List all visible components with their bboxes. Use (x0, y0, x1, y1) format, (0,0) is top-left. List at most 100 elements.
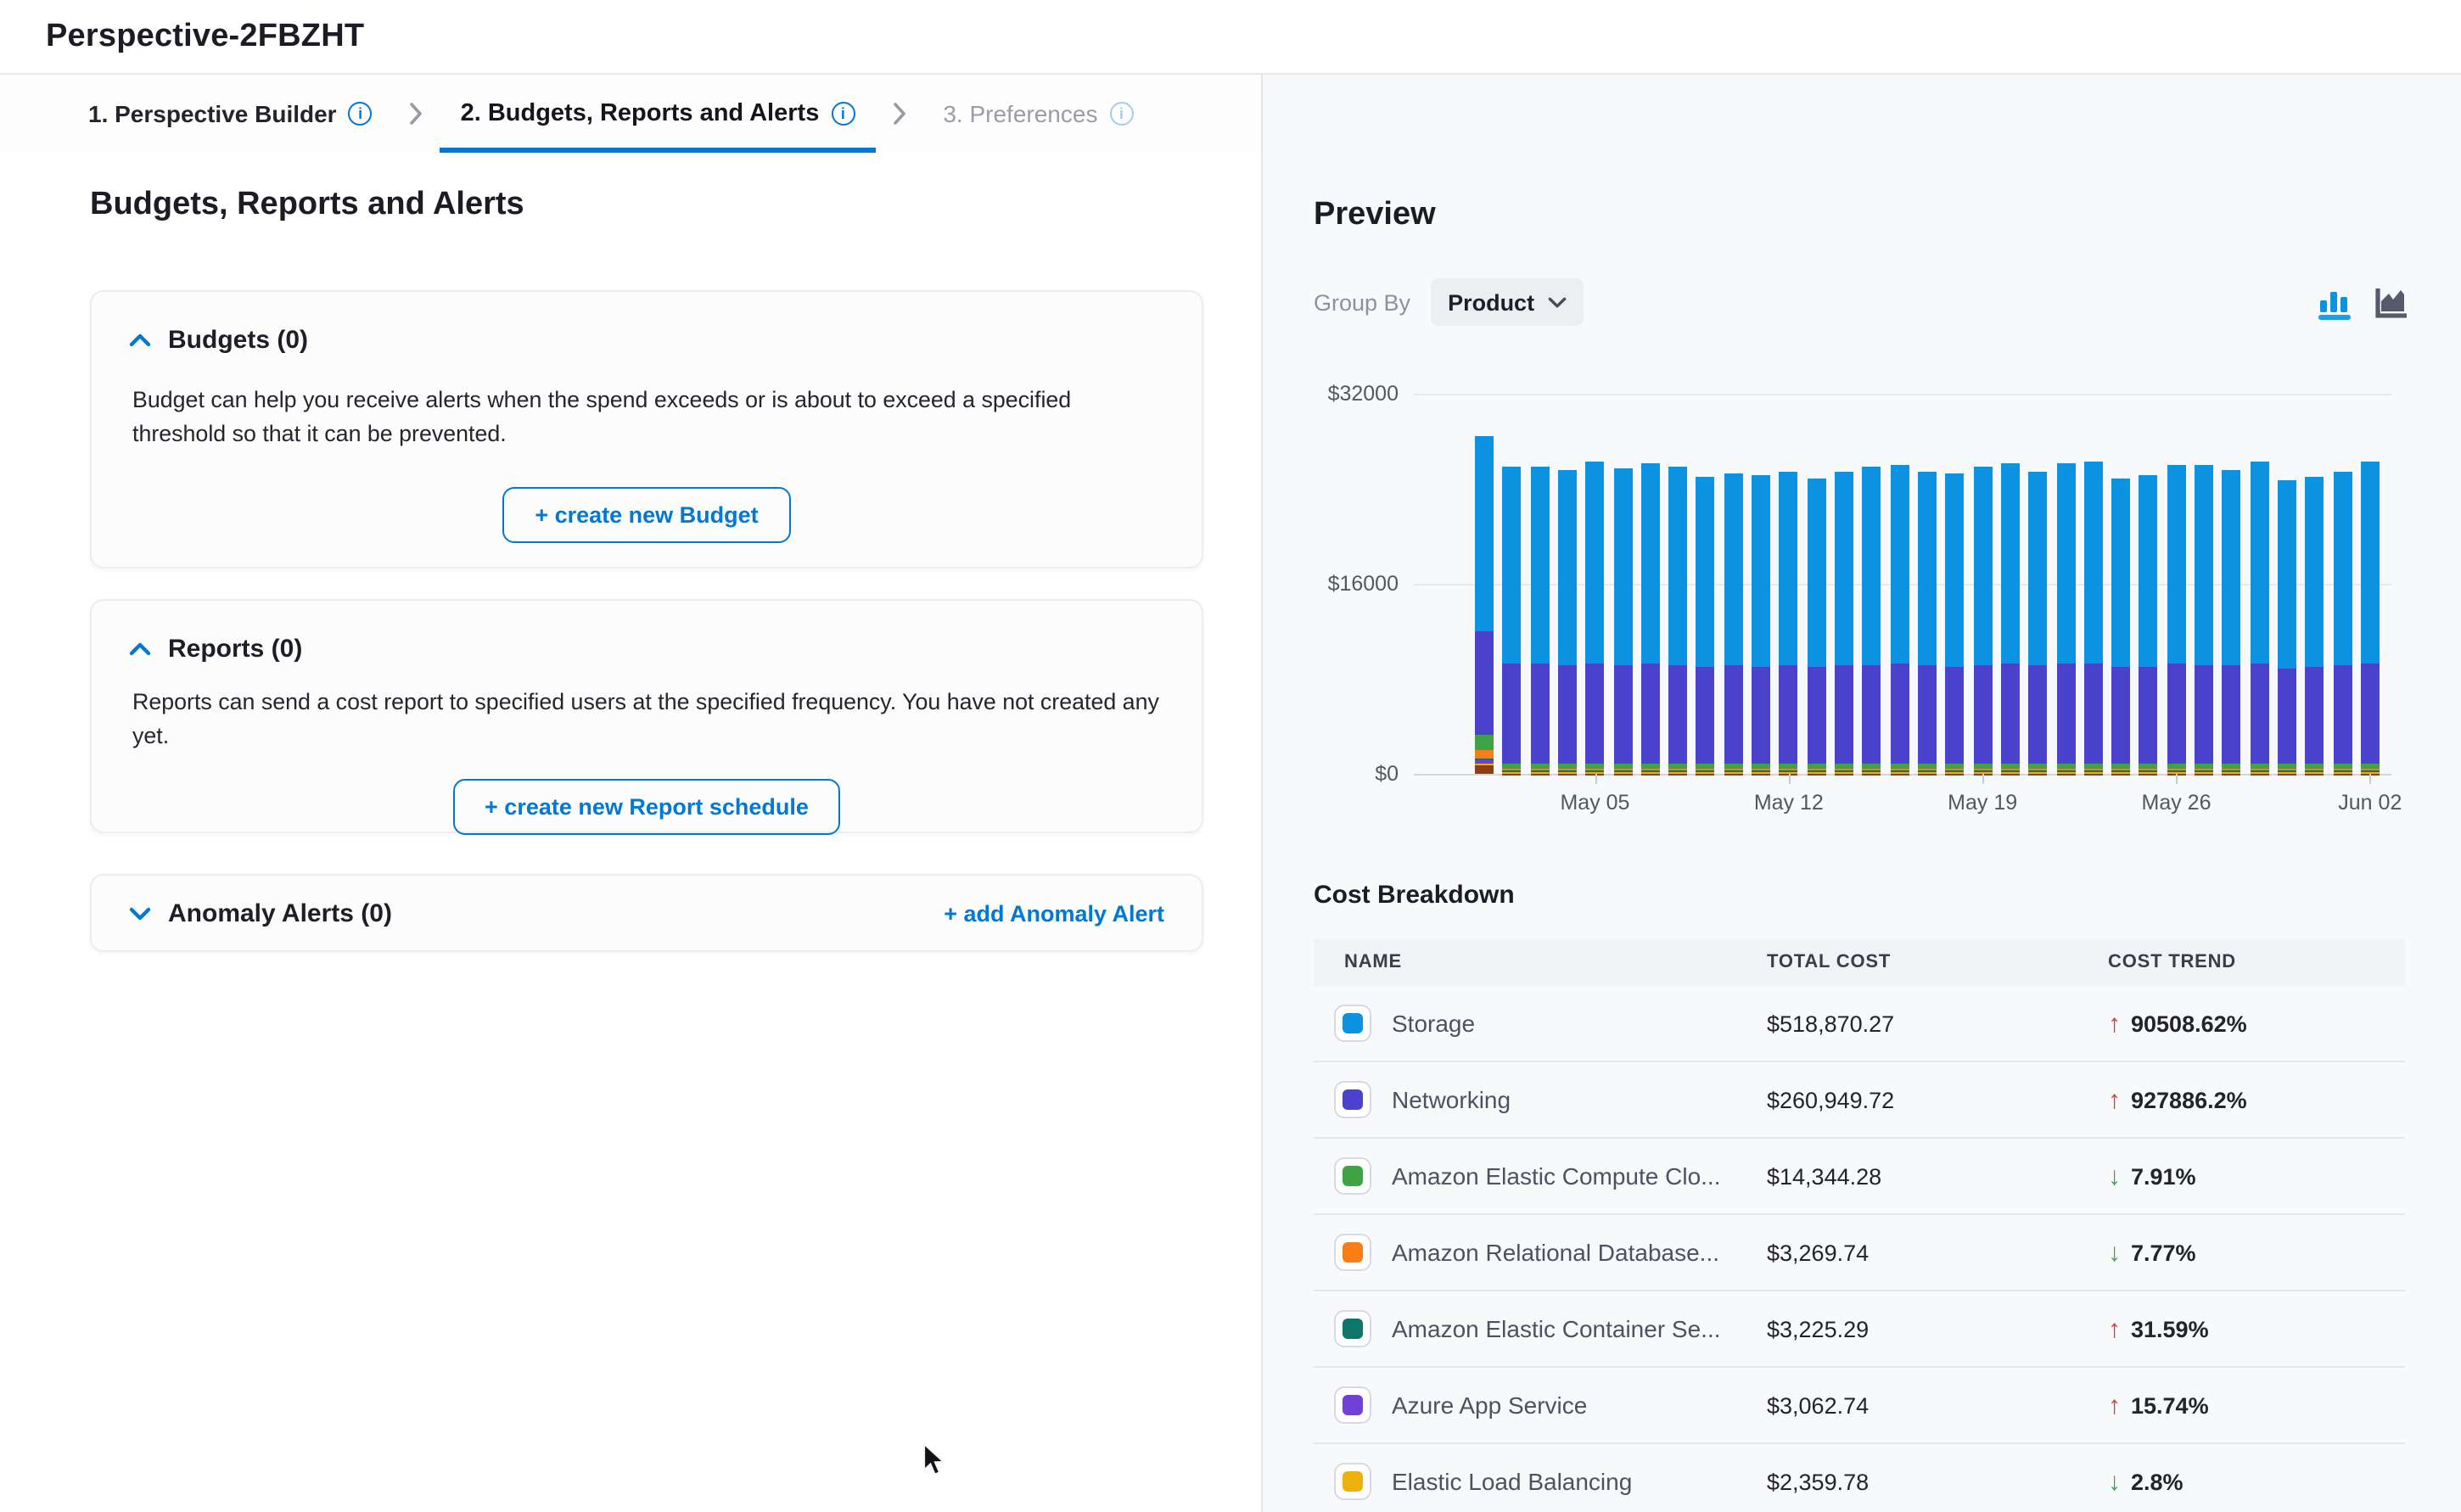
stacked-bar[interactable] (1696, 394, 1715, 774)
row-name[interactable]: Elastic Load Balancing (1392, 1468, 1632, 1495)
chevron-down-icon[interactable] (129, 905, 151, 921)
row-name[interactable]: Amazon Elastic Compute Clo... (1392, 1162, 1721, 1190)
stacked-bar[interactable] (2084, 394, 2103, 774)
bar-segment-amazon-relational-database (2195, 769, 2213, 770)
bar-segment-others (2250, 773, 2268, 774)
add-anomaly-alert-link[interactable]: + add Anomaly Alert (944, 900, 1164, 926)
bar-segment-amazon-relational-database (2223, 769, 2241, 770)
stacked-bar[interactable] (2223, 394, 2241, 774)
stacked-bar[interactable] (2028, 394, 2047, 774)
table-row[interactable]: Amazon Elastic Container Se...$3,225.29↑… (1314, 1291, 2405, 1368)
stacked-bar[interactable] (2111, 394, 2130, 774)
bar-segment-elastic-load-balancing (1918, 772, 1937, 773)
bar-segment-others (1641, 773, 1660, 774)
stacked-bar[interactable] (1585, 394, 1604, 774)
stacked-bar[interactable] (2167, 394, 2186, 774)
table-row[interactable]: Networking$260,949.72↑927886.2% (1314, 1062, 2405, 1139)
bar-segment-networking (1530, 664, 1549, 763)
chevron-up-icon[interactable] (129, 641, 151, 657)
bar-segment-elastic-load-balancing (2223, 772, 2241, 773)
bar-segment-networking (2001, 664, 2020, 764)
bar-segment-others (2028, 773, 2047, 774)
table-row[interactable]: Azure App Service$3,062.74↑15.74% (1314, 1368, 2405, 1444)
bar-segment-networking (1890, 664, 1909, 764)
stacked-bar[interactable] (2139, 394, 2158, 774)
stacked-bar[interactable] (1807, 394, 1825, 774)
anomaly-card-header[interactable]: Anomaly Alerts (0) (129, 899, 392, 927)
bar-segment-networking (1863, 664, 1881, 763)
stacked-bar[interactable] (1724, 394, 1743, 774)
budgets-card: Budgets (0) Budget can help you receive … (90, 290, 1203, 568)
bar-segment-elastic-load-balancing (2139, 772, 2158, 773)
stacked-bar[interactable] (1752, 394, 1770, 774)
stacked-bar[interactable] (2333, 394, 2352, 774)
create-budget-button[interactable]: + create new Budget (502, 487, 790, 543)
bar-segment-networking (1475, 632, 1494, 736)
info-icon[interactable]: i (349, 102, 373, 126)
stacked-bar[interactable] (2001, 394, 2020, 774)
bar-segment-others (1752, 773, 1770, 774)
row-name[interactable]: Storage (1392, 1010, 1475, 1037)
stacked-bar[interactable] (1780, 394, 1798, 774)
stacked-bar[interactable] (1835, 394, 1853, 774)
table-row[interactable]: Storage$518,870.27↑90508.62% (1314, 986, 2405, 1062)
tab-preferences[interactable]: 3. Preferences i (922, 75, 1153, 153)
series-color-swatch (1343, 1395, 1363, 1415)
table-row[interactable]: Elastic Load Balancing$2,359.78↓2.8% (1314, 1444, 2405, 1512)
stacked-bar[interactable] (1641, 394, 1660, 774)
stacked-bar[interactable] (2250, 394, 2268, 774)
bar-segment-elastic-load-balancing (1613, 772, 1632, 773)
stacked-bar[interactable] (1863, 394, 1881, 774)
bar-segment-amazon-relational-database (1613, 769, 1632, 770)
bar-segment-amazon-relational-database (1641, 769, 1660, 770)
budgets-card-header[interactable]: Budgets (0) (92, 292, 1202, 355)
reports-card-header[interactable]: Reports (0) (92, 601, 1202, 664)
stacked-bar[interactable] (1890, 394, 1909, 774)
bar-segment-storage (1752, 476, 1770, 667)
area-chart-icon[interactable] (2373, 284, 2408, 320)
row-name[interactable]: Amazon Relational Database... (1392, 1239, 1719, 1266)
stacked-bar[interactable] (1946, 394, 1965, 774)
bar-segment-storage (2139, 476, 2158, 667)
tab-budgets-reports-alerts[interactable]: 2. Budgets, Reports and Alerts i (440, 75, 876, 153)
stacked-bar[interactable] (1613, 394, 1632, 774)
bar-segment-amazon-relational-database (1835, 769, 1853, 770)
bar-chart-icon[interactable] (2317, 284, 2352, 320)
stacked-bar[interactable] (1530, 394, 1549, 774)
group-by-dropdown[interactable]: Product (1431, 278, 1584, 326)
tab-perspective-builder[interactable]: 1. Perspective Builder i (68, 75, 393, 153)
chevron-up-icon[interactable] (129, 333, 151, 348)
bar-segment-others (2139, 773, 2158, 774)
bar-segment-amazon-elastic-compute-cloud (1780, 763, 1798, 768)
stacked-bar[interactable] (1668, 394, 1687, 774)
bar-segment-networking (1585, 664, 1604, 764)
bar-segment-amazon-relational-database (2001, 769, 2020, 770)
row-total-cost: $14,344.28 (1767, 1163, 2108, 1189)
bar-segment-storage (1918, 471, 1937, 666)
stacked-bar[interactable] (2361, 394, 2380, 774)
trend-up-arrow-icon: ↑ (2108, 1085, 2121, 1114)
chevron-right-icon (875, 75, 922, 153)
stacked-bar[interactable] (2195, 394, 2213, 774)
row-name[interactable]: Networking (1392, 1086, 1511, 1113)
stacked-bar[interactable] (1918, 394, 1937, 774)
stacked-bar[interactable] (1973, 394, 1992, 774)
bar-segment-others (1890, 773, 1909, 774)
stacked-bar[interactable] (2056, 394, 2075, 774)
bar-segment-amazon-elastic-compute-cloud (1807, 763, 1825, 768)
table-row[interactable]: Amazon Relational Database...$3,269.74↓7… (1314, 1215, 2405, 1291)
stacked-bar[interactable] (2278, 394, 2296, 774)
stacked-bar[interactable] (2306, 394, 2324, 774)
table-row[interactable]: Amazon Elastic Compute Clo...$14,344.28↓… (1314, 1139, 2405, 1215)
info-icon[interactable]: i (1109, 102, 1133, 126)
info-icon[interactable]: i (831, 102, 855, 126)
bar-segment-networking (2250, 664, 2268, 764)
bar-segment-amazon-relational-database (2139, 769, 2158, 770)
row-name[interactable]: Azure App Service (1392, 1392, 1587, 1419)
stacked-bar[interactable] (1503, 394, 1522, 774)
row-total-cost: $3,062.74 (1767, 1392, 2108, 1418)
stacked-bar[interactable] (1558, 394, 1577, 774)
create-report-button[interactable]: + create new Report schedule (452, 779, 841, 835)
row-name[interactable]: Amazon Elastic Container Se... (1392, 1315, 1721, 1342)
stacked-bar[interactable] (1475, 394, 1494, 774)
